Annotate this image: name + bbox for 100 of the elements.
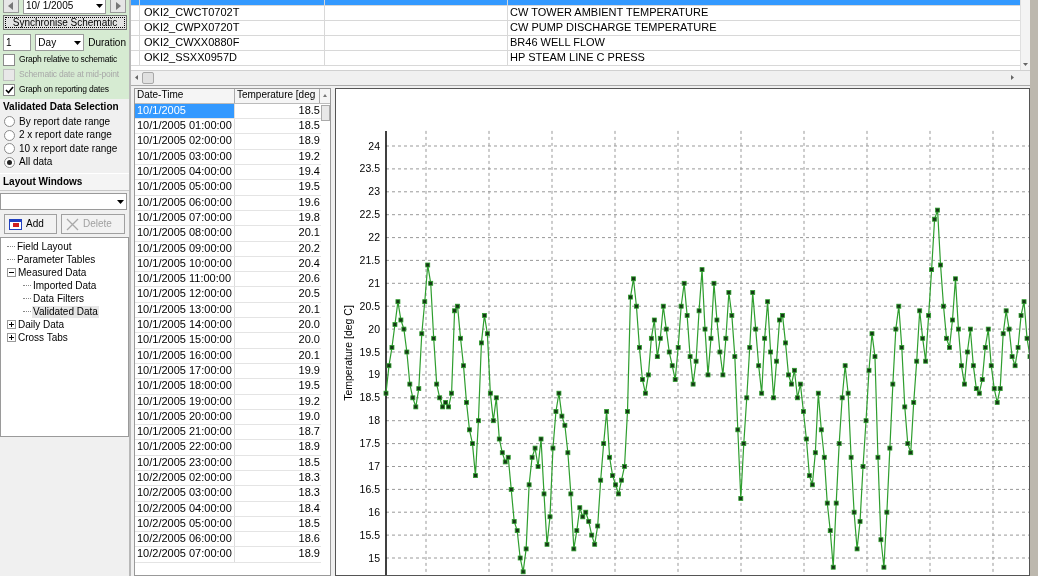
radio-label: By report date range: [19, 115, 111, 128]
tick-label: 23: [368, 185, 380, 198]
tree-item[interactable]: Measured Data: [17, 266, 88, 279]
table-cell: 10/1/2005 20:00:00: [135, 409, 235, 425]
tree-item[interactable]: Daily Data: [17, 318, 66, 331]
checkbox-label: Graph relative to schematic: [19, 54, 118, 65]
table-cell-text: 19.6: [297, 195, 321, 210]
table-cell-text: 18.7: [297, 425, 321, 440]
table-row[interactable]: 10/1/2005 15:00:00 20.0: [135, 333, 321, 349]
table-row[interactable]: 10/1/2005 08:00:00 20.1: [135, 226, 321, 242]
table-row[interactable]: 10/2/2005 07:00:00 18.9: [135, 547, 321, 563]
table-cell: 10/2/2005 04:00:00: [135, 501, 235, 516]
table-cell-text: 19.5: [297, 180, 321, 195]
tick-label: 16: [368, 505, 380, 518]
table-row[interactable]: 10/1/2005 14:00:00 20.0: [135, 318, 321, 334]
table-row[interactable]: 10/2/2005 04:00:00 18.4: [135, 501, 321, 517]
table-row[interactable]: 10/2/2005 03:00:00 18.3: [135, 486, 321, 502]
table-row[interactable]: 10/1/2005 16:00:00 20.1: [135, 348, 321, 364]
synchronise-button[interactable]: Synchronise Schematic: [3, 15, 127, 30]
column-header[interactable]: Date-Time: [135, 88, 235, 103]
table-row[interactable]: 10/1/2005 12:00:00 20.5: [135, 287, 321, 303]
section-title: Layout Windows: [0, 173, 129, 191]
table-row[interactable]: OKI2_CWCT0702T CW TOWER AMBIENT TEMPERATURE: [131, 6, 1020, 21]
table-row[interactable]: 10/2/2005 02:00:00 18.3: [135, 471, 321, 487]
table-row[interactable]: 10/1/2005 17:00:00 19.9: [135, 363, 321, 380]
unit-dropdown[interactable]: Day: [35, 34, 85, 51]
table-cell-text: 18.3: [297, 471, 321, 485]
table-cell-text: 18.4: [297, 501, 321, 516]
table-row[interactable]: 10/1/2005 06:00:00 19.6: [135, 195, 321, 211]
table-cell: 10/1/2005 18:00:00: [135, 379, 235, 394]
table-cell: 10/1/2005 09:00:00: [135, 241, 235, 256]
table-row[interactable]: OKI2_CWXX0880F BR46 WELL FLOW: [131, 36, 1020, 51]
table-cell: BR46 WELL FLOW: [510, 36, 605, 50]
toolbar-button[interactable]: Add: [4, 214, 57, 234]
tree-item[interactable]: Imported Data: [32, 279, 98, 292]
duration-label: Duration: [88, 36, 126, 49]
table-cell-text: 20.4: [297, 256, 321, 271]
table-cell-text: 20.1: [297, 226, 321, 241]
tree-item[interactable]: Validated Data: [32, 305, 99, 318]
table-row[interactable]: 10/1/2005 09:00:00 20.2: [135, 241, 321, 257]
tick-label: 18: [368, 414, 380, 427]
table-row[interactable]: 10/1/2005 05:00:00 19.5: [135, 180, 321, 196]
table-cell: 10/1/2005 15:00:00: [135, 333, 235, 348]
table-row[interactable]: 10/1/2005 03:00:00 19.2: [135, 149, 321, 166]
table-row[interactable]: 10/1/2005 20:00:00 19.0: [135, 409, 321, 426]
table-cell: HP STEAM LINE C PRESS: [510, 51, 645, 65]
table-cell-text: 19.5: [297, 379, 321, 394]
table-cell-text: 20.5: [297, 287, 321, 302]
table-cell-text: 20.1: [297, 348, 321, 363]
column-header[interactable]: Temperature [deg: [234, 88, 320, 103]
tree-item[interactable]: Field Layout: [16, 240, 73, 253]
table-cell-text: 19.8: [297, 210, 321, 225]
table-row[interactable]: 10/1/2005 18.5: [135, 103, 321, 120]
table-row[interactable]: 10/1/2005 10:00:00 20.4: [135, 256, 321, 273]
table-row[interactable]: 10/1/2005 01:00:00 18.5: [135, 119, 321, 135]
table-cell: 10/1/2005 21:00:00: [135, 425, 235, 440]
tick-label: 21: [368, 276, 380, 289]
table-row[interactable]: OKI2_SSXX0957D HP STEAM LINE C PRESS: [131, 51, 1020, 66]
table-cell: OKI2_SSXX0957D: [144, 51, 237, 65]
table-row[interactable]: 10/1/2005 22:00:00 18.9: [135, 440, 321, 456]
table-row[interactable]: 10/1/2005 02:00:00 18.9: [135, 134, 321, 150]
date-picker[interactable]: 10/ 1/2005: [23, 0, 106, 14]
table-cell: OKI2_CWCT0702T: [144, 6, 240, 20]
table-cell: 10/1/2005 06:00:00: [135, 195, 235, 210]
table-cell-text: 18.5: [297, 103, 321, 118]
table-row[interactable]: 10/1/2005 21:00:00 18.7: [135, 425, 321, 441]
table-row[interactable]: 10/1/2005 13:00:00 20.1: [135, 302, 321, 318]
axis-label: Temperature [deg C]: [342, 305, 354, 401]
table-cell: 10/1/2005 02:00:00: [135, 134, 235, 149]
table-cell: CW TOWER AMBIENT TEMPERATURE: [510, 6, 709, 20]
table-cell-text: 20.1: [297, 302, 321, 317]
table-cell-text: 19.2: [297, 394, 321, 409]
table-row[interactable]: OKI2_CWPX0720T CW PUMP DISCHARGE TEMPERATURE: [131, 21, 1020, 36]
table-row[interactable]: 10/1/2005 04:00:00 19.4: [135, 165, 321, 181]
tick-label: 20.5: [359, 299, 380, 312]
tick-label: 15: [368, 551, 380, 564]
table-cell-text: 20.6: [297, 272, 321, 287]
table-cell-text: 18.5: [297, 516, 321, 531]
tick-label: 15.5: [359, 528, 380, 541]
tree-item[interactable]: Cross Tabs: [17, 331, 69, 344]
table-row[interactable]: 10/2/2005 05:00:00 18.5: [135, 516, 321, 533]
duration-field[interactable]: 1: [3, 34, 32, 51]
table-cell-text: 18.5: [297, 455, 321, 470]
tree-item[interactable]: Parameter Tables: [16, 253, 97, 266]
table-row[interactable]: 10/1/2005 07:00:00 19.8: [135, 210, 321, 227]
table-row[interactable]: 10/1/2005 18:00:00 19.5: [135, 379, 321, 395]
table-cell-text: 20.0: [297, 318, 321, 332]
tree-item[interactable]: Data Filters: [32, 292, 86, 305]
table-row[interactable]: 10/1/2005 11:00:00 20.6: [135, 272, 321, 288]
table-cell-text: 19.9: [297, 363, 321, 378]
tick-label: 23.5: [359, 162, 380, 175]
radio-label: All data: [19, 156, 53, 169]
table-cell: 10/1/2005 13:00:00: [135, 302, 235, 317]
table-row[interactable]: 10/1/2005 23:00:00 18.5: [135, 455, 321, 471]
table-row[interactable]: 10/2/2005 06:00:00 18.6: [135, 532, 321, 548]
table-cell: 10/1/2005 10:00:00: [135, 256, 235, 272]
table-cell-text: 18.9: [297, 134, 321, 149]
checkbox-label: Schematic date at mid-point: [19, 69, 119, 80]
table-row[interactable]: 10/1/2005 19:00:00 19.2: [135, 394, 321, 410]
radio-label: 2 x report date range: [19, 129, 112, 142]
